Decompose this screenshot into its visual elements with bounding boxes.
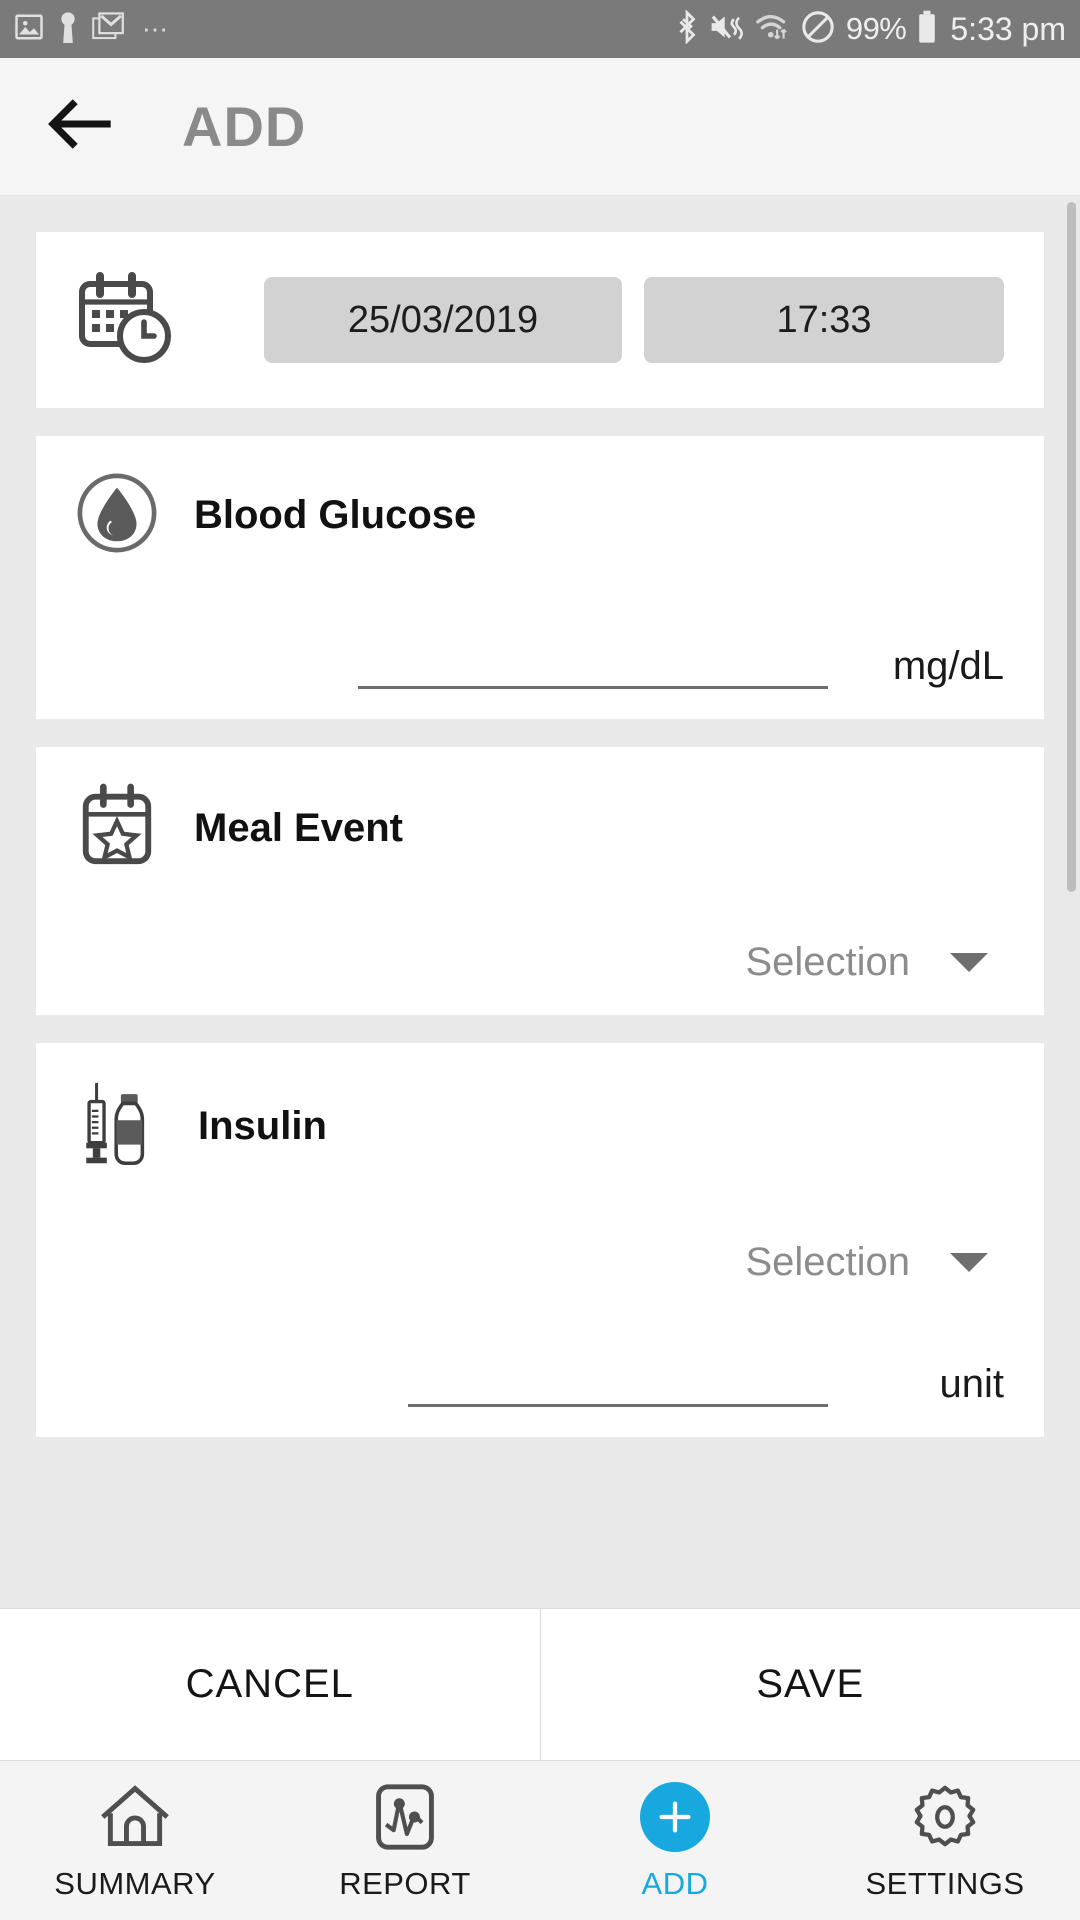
do-not-disturb-icon: [801, 10, 835, 49]
nav-item-summary[interactable]: SUMMARY: [0, 1780, 270, 1902]
nav-item-report[interactable]: REPORT: [270, 1780, 540, 1902]
insulin-title: Insulin: [198, 1104, 327, 1148]
meal-event-title: Meal Event: [194, 806, 403, 850]
blood-glucose-input[interactable]: [358, 633, 828, 689]
meal-event-select-row[interactable]: Selection: [76, 940, 1004, 985]
vibrate-mute-icon: [709, 12, 743, 47]
meal-event-card: Meal Event Selection: [36, 747, 1044, 1015]
meal-event-selection-value: Selection: [745, 940, 910, 984]
vertical-scrollbar[interactable]: [1067, 202, 1076, 892]
status-bar: ⋯ 99% 5:33 pm: [0, 0, 1080, 58]
blood-glucose-value-row: mg/dL: [76, 633, 1004, 689]
insulin-card: Insulin Selection unit: [36, 1043, 1044, 1437]
calendar-clock-icon: [76, 270, 176, 371]
chart-phone-icon: [374, 1780, 436, 1854]
bluetooth-icon: [676, 8, 698, 49]
gear-icon: [910, 1780, 980, 1854]
wifi-icon: [754, 11, 790, 48]
blood-glucose-title: Blood Glucose: [194, 493, 477, 537]
nav-label-settings: SETTINGS: [865, 1865, 1025, 1901]
back-arrow-icon: [48, 98, 114, 155]
blood-glucose-card: Blood Glucose mg/dL: [36, 436, 1044, 719]
app-bar: ADD: [0, 58, 1080, 196]
more-dots-icon: ⋯: [142, 14, 171, 44]
nav-item-add[interactable]: ADD: [540, 1780, 810, 1902]
meal-event-header: Meal Event: [76, 783, 1004, 874]
insulin-select-row[interactable]: Selection: [76, 1240, 1004, 1285]
gmail-icon: [92, 11, 124, 47]
keyhole-icon: [58, 11, 78, 48]
status-bar-notifications: ⋯: [14, 11, 171, 48]
form-scroll-area[interactable]: 25/03/2019 17:33 Blood Glucose mg/dL Mea…: [0, 196, 1080, 1608]
app-screen: ⋯ 99% 5:33 pm ADD 25/03/2019 17:33 Blood…: [0, 0, 1080, 1920]
blood-drop-icon: [76, 472, 158, 559]
battery-icon: [917, 10, 937, 49]
image-icon: [14, 12, 44, 47]
add-fab[interactable]: [640, 1781, 710, 1852]
page-title: ADD: [182, 95, 307, 158]
back-button[interactable]: [42, 88, 120, 166]
insulin-input[interactable]: [408, 1351, 828, 1407]
syringe-vial-icon: [76, 1079, 162, 1174]
blood-glucose-unit-label: mg/dL: [892, 644, 1004, 688]
save-button[interactable]: SAVE: [539, 1609, 1080, 1760]
bottom-navigation: SUMMARY REPORT ADD SETTINGS: [0, 1760, 1080, 1920]
nav-item-settings[interactable]: SETTINGS: [810, 1780, 1080, 1902]
datetime-fields: 25/03/2019 17:33: [176, 277, 1004, 363]
chevron-down-icon[interactable]: [950, 953, 988, 972]
cancel-button[interactable]: CANCEL: [0, 1609, 540, 1760]
home-icon: [99, 1780, 171, 1854]
battery-percent-label: 99%: [845, 11, 907, 46]
nav-label-summary: SUMMARY: [54, 1865, 216, 1901]
nav-label-add: ADD: [641, 1865, 709, 1901]
action-bar: CANCEL SAVE: [0, 1608, 1080, 1760]
time-field[interactable]: 17:33: [644, 277, 1004, 363]
date-field[interactable]: 25/03/2019: [264, 277, 622, 363]
insulin-selection-value: Selection: [745, 1240, 910, 1284]
chevron-down-icon[interactable]: [950, 1253, 988, 1272]
status-bar-system: 99% 5:33 pm: [676, 8, 1066, 49]
insulin-value-row: unit: [76, 1351, 1004, 1407]
blood-glucose-header: Blood Glucose: [76, 472, 1004, 559]
insulin-header: Insulin: [76, 1079, 1004, 1174]
calendar-star-icon: [76, 783, 158, 874]
plus-circle-icon: [640, 1780, 710, 1854]
nav-label-report: REPORT: [339, 1865, 471, 1901]
datetime-card: 25/03/2019 17:33: [36, 232, 1044, 408]
insulin-unit-label: unit: [939, 1362, 1005, 1406]
status-bar-clock: 5:33 pm: [950, 10, 1066, 47]
